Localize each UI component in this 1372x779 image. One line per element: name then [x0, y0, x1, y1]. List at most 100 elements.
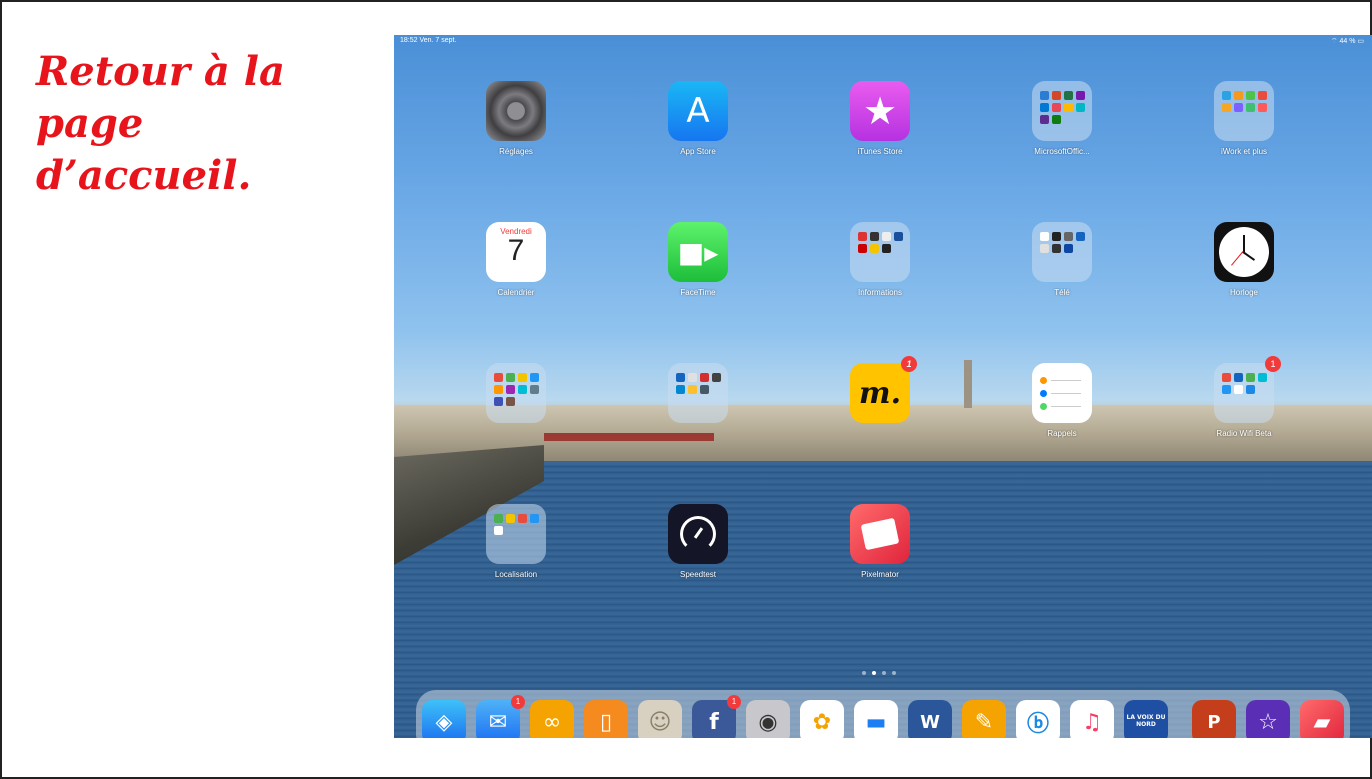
folder-informations[interactable]: Informations: [830, 222, 930, 297]
app-label: FaceTime: [680, 288, 716, 297]
folder-icon: [1032, 81, 1092, 141]
app-clock[interactable]: Horloge: [1194, 222, 1294, 297]
dock-pages[interactable]: ✎: [962, 700, 1006, 738]
clock-icon: [1214, 222, 1274, 282]
folder-unnamed-2[interactable]: [648, 363, 748, 429]
dock-contacts[interactable]: ☺: [638, 700, 682, 738]
folder-icon: [1214, 81, 1274, 141]
status-time: 18:52 Ven. 7 sept.: [400, 37, 457, 44]
app-label: Informations: [857, 288, 903, 297]
app-app-store[interactable]: A App Store: [648, 81, 748, 156]
app-label: Horloge: [1229, 288, 1258, 297]
dock-camera[interactable]: ◉: [746, 700, 790, 738]
gear-icon: [486, 81, 546, 141]
app-reminders[interactable]: Rappels: [1012, 363, 1112, 438]
app-settings[interactable]: Réglages: [466, 81, 566, 156]
folder-icon: [486, 504, 546, 564]
app-calendar[interactable]: Vendredi 7 Calendrier: [466, 222, 566, 297]
folder-unnamed-1[interactable]: [466, 363, 566, 429]
app-speedtest[interactable]: Speedtest: [648, 504, 748, 579]
app-label: Calendrier: [497, 288, 535, 297]
app-label: MicrosoftOffic...: [1034, 147, 1090, 156]
page-dot: [862, 671, 866, 675]
m-logo-text: m.: [858, 375, 902, 411]
star-icon: ★: [850, 81, 910, 141]
folder-tele[interactable]: Télé: [1012, 222, 1112, 297]
pixelmator-icon: ▰: [1313, 709, 1331, 735]
tape-icon: ∞: [542, 709, 562, 735]
dock-voicemail-app[interactable]: ∞: [530, 700, 574, 738]
reminders-icon: [1032, 363, 1092, 423]
m-logo-icon: m. 1: [850, 356, 917, 423]
dock-word[interactable]: W: [908, 700, 952, 738]
compass-icon: ◈: [435, 709, 453, 735]
app-label: Pixelmator: [861, 570, 899, 579]
folder-icon: [486, 363, 546, 423]
caption-line-2: page: [36, 100, 144, 147]
app-label: Réglages: [499, 147, 533, 156]
dock-powerpoint[interactable]: P: [1192, 700, 1236, 738]
envelope-icon: ✉: [488, 709, 508, 735]
page-dot: [882, 671, 886, 675]
photos-icon: ✿: [812, 709, 832, 735]
app-label: iWork et plus: [1220, 147, 1268, 156]
dock: ◈ ✉ 1 ∞ ▯ ☺ f1 ◉ ✿ ▬ W ✎ ⓑ ♫ LA VOIX DU N…: [416, 690, 1350, 738]
wallpaper-bridge: [544, 433, 714, 441]
folder-microsoft-office[interactable]: MicrosoftOffic...: [1012, 81, 1112, 156]
app-label: Radio Wifi Beta: [1216, 429, 1272, 438]
dock-books[interactable]: ▯: [584, 700, 628, 738]
folder-icon: 1: [1214, 356, 1281, 423]
word-icon: W: [920, 711, 940, 733]
video-camera-icon: ■▸: [668, 222, 728, 282]
app-facetime[interactable]: ■▸ FaceTime: [648, 222, 748, 297]
notification-badge: 1: [511, 695, 525, 709]
folder-radio[interactable]: 1 Radio Wifi Beta: [1194, 356, 1294, 438]
dock-imovie[interactable]: ☆: [1246, 700, 1290, 738]
dock-voix-du-nord[interactable]: LA VOIX DU NORD: [1124, 700, 1168, 738]
dock-mail[interactable]: ✉ 1: [476, 695, 525, 738]
folder-icon: [668, 363, 728, 423]
folder-icon: [850, 222, 910, 282]
speedometer-icon: [668, 504, 728, 564]
b-logo-icon: ⓑ: [1026, 712, 1049, 737]
app-label: Télé: [1054, 288, 1070, 297]
star-icon: ☆: [1258, 709, 1278, 735]
folder-icon: [1032, 222, 1092, 282]
app-m[interactable]: m. 1: [830, 356, 930, 429]
vdn-logo-icon: LA VOIX DU NORD: [1126, 714, 1166, 728]
app-itunes-store[interactable]: ★ iTunes Store: [830, 81, 930, 156]
notification-badge: 1: [1265, 356, 1281, 372]
app-pixelmator[interactable]: Pixelmator: [830, 504, 930, 579]
pixelmator-icon: [850, 504, 910, 564]
app-store-icon: A: [668, 81, 728, 141]
app-label: Localisation: [494, 570, 538, 579]
powerpoint-icon: P: [1207, 711, 1221, 733]
caption-line-1: Retour à la: [36, 48, 285, 95]
folder-localisation[interactable]: Localisation: [466, 504, 566, 579]
music-note-icon: ♫: [1082, 709, 1102, 735]
page-indicator[interactable]: [862, 671, 896, 675]
status-battery: ⌔ 44 % ▭: [1330, 38, 1364, 45]
dock-pixelmator[interactable]: ▰: [1300, 700, 1344, 738]
ipad-home-screen: 18:52 Ven. 7 sept. ⌔ 44 % ▭ Réglages A A…: [394, 35, 1372, 738]
dock-bluemail[interactable]: ⓑ: [1016, 700, 1060, 738]
dock-photos[interactable]: ✿: [800, 700, 844, 738]
page-dot: [892, 671, 896, 675]
folder-iwork[interactable]: iWork et plus: [1194, 81, 1294, 156]
slide-frame: Retour à la page d’accueil. 18:52 Ven. 7…: [0, 0, 1372, 779]
facebook-icon: f: [709, 709, 719, 735]
book-icon: ▯: [599, 709, 613, 735]
app-label: Rappels: [1047, 429, 1077, 438]
status-bar: 18:52 Ven. 7 sept. ⌔ 44 % ▭: [394, 35, 1372, 49]
app-label: iTunes Store: [857, 147, 903, 156]
dock-safari[interactable]: ◈: [422, 700, 466, 738]
folder-icon: ▬: [865, 709, 887, 735]
calendar-icon: Vendredi 7: [486, 222, 546, 282]
dock-files[interactable]: ▬: [854, 700, 898, 738]
notification-badge: 1: [901, 356, 917, 372]
slide-caption: Retour à la page d’accueil.: [36, 46, 356, 202]
dock-music[interactable]: ♫: [1070, 700, 1114, 738]
contacts-icon: ☺: [648, 709, 672, 735]
dock-facebook[interactable]: f1: [692, 695, 741, 738]
notification-badge: 1: [727, 695, 741, 709]
